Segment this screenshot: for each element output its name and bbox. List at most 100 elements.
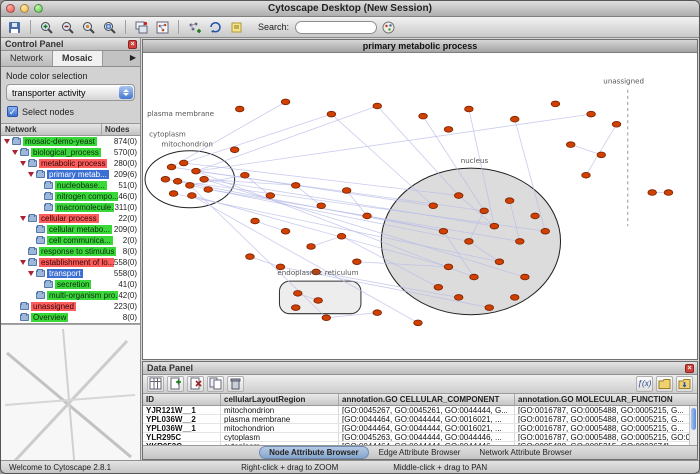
table-row[interactable]: YJR121W__1mitochondrion[GO:0045267, GO:0… <box>143 406 697 415</box>
network-node[interactable] <box>327 111 336 117</box>
tab-edge-attribute-browser[interactable]: Edge Attribute Browser <box>370 447 470 458</box>
table-row[interactable]: YPL036W__1mitochondrion[GO:0044464, GO:0… <box>143 424 697 433</box>
network-node[interactable] <box>186 183 195 189</box>
network-node[interactable] <box>167 164 176 170</box>
network-node[interactable] <box>510 116 519 122</box>
zoom-fit-icon[interactable] <box>100 18 119 36</box>
network-node[interactable] <box>337 233 346 239</box>
network-node[interactable] <box>204 187 213 193</box>
network-node[interactable] <box>470 274 479 280</box>
network-node[interactable] <box>230 147 239 153</box>
search-input[interactable] <box>295 21 377 34</box>
zoom-selected-icon[interactable] <box>79 18 98 36</box>
network-node[interactable] <box>281 228 290 234</box>
export-table-icon[interactable] <box>676 376 693 392</box>
select-columns-icon[interactable] <box>147 376 164 392</box>
tree-row[interactable]: cellular metabo...209(0) <box>1 224 140 235</box>
annotation-icon[interactable] <box>227 18 246 36</box>
new-network-icon[interactable] <box>185 18 204 36</box>
tree-row[interactable]: secretion41(0) <box>1 279 140 290</box>
network-node[interactable] <box>516 239 525 245</box>
network-node[interactable] <box>173 178 182 184</box>
tree-header-network[interactable]: Network <box>1 124 102 135</box>
tab-scroll-right-icon[interactable]: ▶ <box>126 51 140 66</box>
network-node[interactable] <box>480 208 489 214</box>
expander-icon[interactable] <box>20 260 26 265</box>
tree-row[interactable]: Overview8(0) <box>1 312 140 323</box>
expander-icon[interactable] <box>20 216 26 221</box>
tree-row[interactable]: cellular process22(0) <box>1 213 140 224</box>
network-node[interactable] <box>587 111 596 117</box>
network-node[interactable] <box>444 127 453 133</box>
save-icon[interactable] <box>5 18 24 36</box>
zoom-out-icon[interactable] <box>58 18 77 36</box>
network-node[interactable] <box>291 183 300 189</box>
network-node[interactable] <box>465 106 474 112</box>
network-node[interactable] <box>307 244 316 250</box>
network-node[interactable] <box>251 218 260 224</box>
table-scrollbar[interactable] <box>689 406 697 446</box>
network-node[interactable] <box>179 160 188 166</box>
network-node[interactable] <box>161 176 170 182</box>
network-node[interactable] <box>521 274 530 280</box>
network-node[interactable] <box>373 103 382 109</box>
tree-row[interactable]: primary metab...209(6) <box>1 169 140 180</box>
network-overview-thumbnail[interactable] <box>1 324 140 460</box>
column-header[interactable]: annotation.GO CELLULAR_COMPONENT <box>339 394 515 405</box>
network-node[interactable] <box>169 191 178 197</box>
panel-float-icon[interactable]: × <box>685 364 694 373</box>
apply-layout-icon[interactable] <box>206 18 225 36</box>
network-node[interactable] <box>294 290 303 296</box>
network-node[interactable] <box>291 305 300 311</box>
network-node[interactable] <box>419 113 428 119</box>
expander-icon[interactable] <box>4 139 10 144</box>
scrollbar-thumb[interactable] <box>691 408 696 430</box>
network-node[interactable] <box>192 168 201 174</box>
network-node[interactable] <box>363 213 372 219</box>
tree-header-nodes[interactable]: Nodes <box>102 124 140 135</box>
tab-mosaic[interactable]: Mosaic <box>53 51 103 66</box>
delete-rows-icon[interactable] <box>227 376 244 392</box>
network-node[interactable] <box>454 295 463 301</box>
network-node[interactable] <box>314 298 323 304</box>
network-node[interactable] <box>495 259 504 265</box>
tab-network-attribute-browser[interactable]: Network Attribute Browser <box>470 447 580 458</box>
tree-row[interactable]: cell communica...2(0) <box>1 235 140 246</box>
network-node[interactable] <box>281 99 290 105</box>
network-node[interactable] <box>612 121 621 127</box>
copy-attributes-icon[interactable] <box>207 376 224 392</box>
network-view-icon[interactable] <box>153 18 172 36</box>
expander-icon[interactable] <box>28 172 34 177</box>
network-node[interactable] <box>505 198 514 204</box>
network-node[interactable] <box>200 176 209 182</box>
tree-row[interactable]: nucleobase...51(0) <box>1 180 140 191</box>
table-row[interactable]: YPL036W__2plasma membrane[GO:0044464, GO… <box>143 415 697 424</box>
tree-row[interactable]: metabolic process280(0) <box>1 158 140 169</box>
network-node[interactable] <box>342 188 351 194</box>
network-node[interactable] <box>434 284 443 290</box>
network-node[interactable] <box>490 223 499 229</box>
tree-row[interactable]: macromolecule...311(0) <box>1 202 140 213</box>
network-node[interactable] <box>597 152 606 158</box>
import-table-icon[interactable] <box>656 376 673 392</box>
network-node[interactable] <box>414 320 423 326</box>
network-node[interactable] <box>317 203 326 209</box>
network-window-title[interactable]: primary metabolic process <box>143 40 697 53</box>
network-node[interactable] <box>648 190 657 196</box>
overlap-windows-icon[interactable] <box>132 18 151 36</box>
network-node[interactable] <box>266 193 275 199</box>
network-node[interactable] <box>444 264 453 270</box>
network-node[interactable] <box>510 295 519 301</box>
network-node[interactable] <box>582 172 591 178</box>
column-header[interactable]: cellularLayoutRegion <box>221 394 339 405</box>
network-node[interactable] <box>439 228 448 234</box>
network-node[interactable] <box>373 310 382 316</box>
vizmapper-icon[interactable] <box>379 18 398 36</box>
network-node[interactable] <box>246 254 255 260</box>
table-row[interactable]: YLR295Ccytoplasm[GO:0045263, GO:0044444,… <box>143 433 697 442</box>
tree-row[interactable]: nitrogen compo...46(0) <box>1 191 140 202</box>
node-color-attribute-select[interactable]: transporter activity <box>6 84 135 101</box>
network-node[interactable] <box>454 193 463 199</box>
network-node[interactable] <box>353 259 362 265</box>
tree-row[interactable]: establishment of lo...558(0) <box>1 257 140 268</box>
